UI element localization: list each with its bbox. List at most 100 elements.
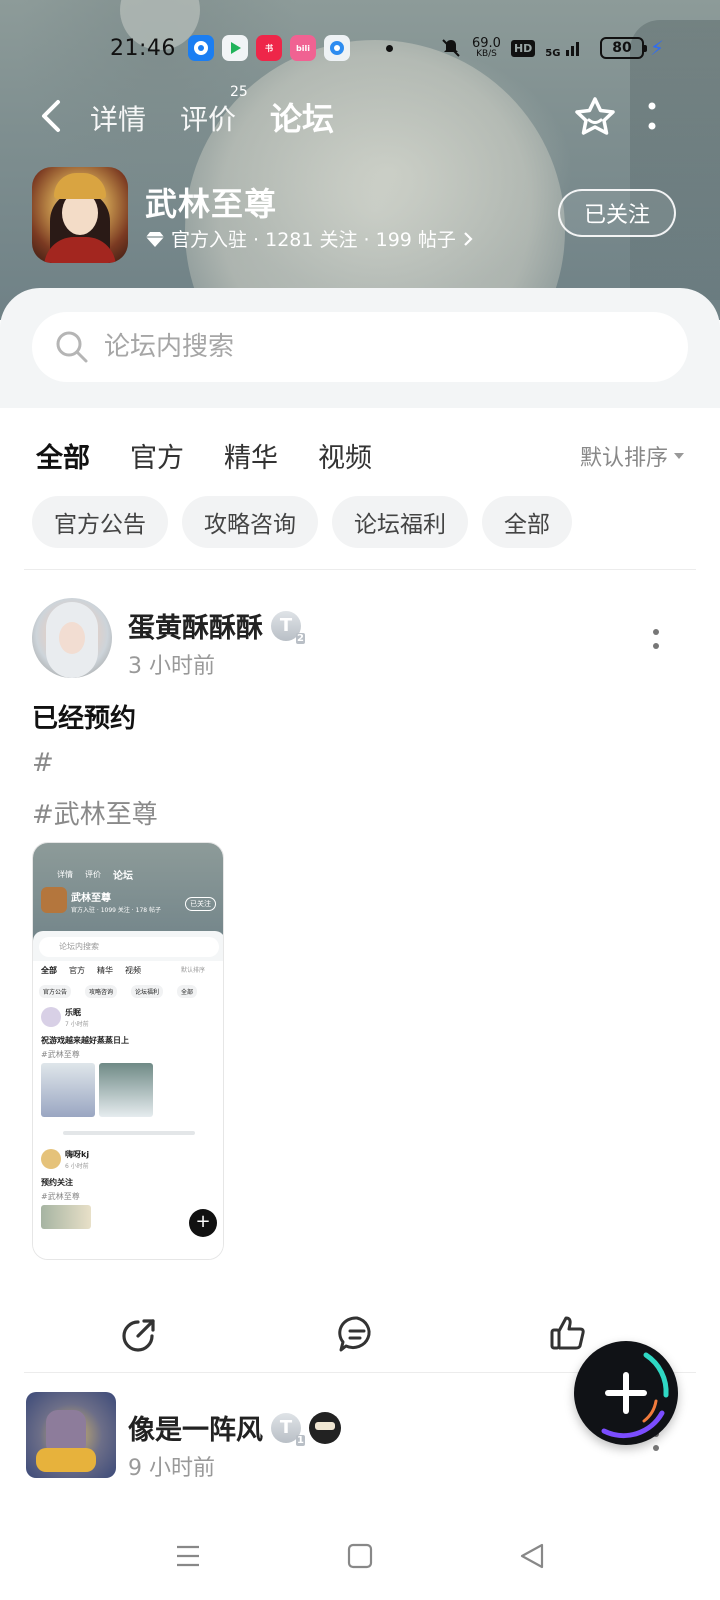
add-post-button[interactable] — [574, 1341, 678, 1445]
thumb-tab: 论坛 — [113, 871, 133, 882]
username-text: 像是一阵风 — [128, 1415, 263, 1446]
chevron-right-icon — [464, 231, 473, 246]
chip-official-announcement[interactable]: 官方公告 — [32, 496, 168, 548]
thumb-meta: 官方入驻 · 1099 关注 · 178 帖子 — [71, 907, 161, 914]
filter-tab-all-label: 全部 — [36, 443, 90, 474]
back-icon[interactable] — [518, 1542, 546, 1570]
chip-forum-welfare[interactable]: 论坛福利 — [332, 496, 468, 548]
comment-icon[interactable] — [337, 1314, 377, 1354]
chip-all[interactable]: 全部 — [482, 496, 572, 548]
hd-icon: HD — [510, 39, 536, 57]
chip-strategy-consult[interactable]: 攻略咨询 — [182, 496, 318, 548]
post-username[interactable]: 像是一阵风 T 1 — [128, 1408, 341, 1447]
tab-reviews[interactable]: 评价 25 — [180, 84, 248, 138]
signal-label: 5G — [545, 47, 561, 59]
thumb-tab: 详情 — [57, 870, 73, 879]
filter-tab-featured[interactable]: 精华 — [224, 436, 278, 475]
thumb-filter: 官方 — [69, 966, 85, 975]
review-count-badge: 25 — [230, 84, 248, 100]
thumb-username: 嗨呀kj — [65, 1150, 90, 1159]
mute-bell-icon — [442, 39, 460, 57]
post-username[interactable]: 蛋黄酥酥酥 T 2 — [128, 606, 305, 645]
battery-icon: 80 — [599, 37, 647, 59]
level-badge-icon: T 1 — [271, 1412, 305, 1446]
network-speed: 69.0 KB/S — [472, 37, 501, 59]
thumb-filter: 视频 — [125, 966, 141, 975]
thumb-follow: 已关注 — [185, 897, 216, 911]
post-card[interactable]: 蛋黄酥酥酥 T 2 3 小时前 已经预约 # #武林至尊 详情 评价 论坛 武林… — [0, 598, 720, 1358]
thumb-title: 武林至尊 — [71, 893, 111, 904]
game-icon[interactable] — [32, 167, 128, 263]
category-chips: 官方公告 攻略咨询 论坛福利 全部 — [32, 496, 572, 548]
post-more-icon[interactable] — [652, 628, 660, 650]
thumb-post-tag: #武林至尊 — [41, 1050, 80, 1059]
home-icon[interactable] — [346, 1542, 374, 1570]
filter-tab-all[interactable]: 全部 — [36, 436, 90, 475]
thumb-game-icon — [41, 887, 67, 913]
game-meta-text: 官方入驻 · 1281 关注 · 199 帖子 — [171, 229, 456, 251]
top-navigation: 详情 评价 25 论坛 — [0, 84, 720, 148]
avatar[interactable] — [26, 1392, 116, 1478]
thumb-tab: 评价 — [85, 870, 101, 879]
thumb-sort: 默认排序 — [181, 967, 206, 974]
thumb-post-text: 预约关注 — [41, 1178, 73, 1187]
thumb-filter: 精华 — [97, 966, 113, 975]
tab-reviews-label: 评价 — [180, 103, 237, 136]
more-options-icon[interactable] — [646, 100, 658, 132]
thumb-image — [41, 1063, 95, 1117]
thumb-chip: 官方公告 — [39, 985, 72, 998]
signal-icon: 5G — [545, 38, 584, 59]
game-info-header: 武林至尊 官方入驻 · 1281 关注 · 199 帖子 已关注 — [0, 165, 720, 265]
follow-button[interactable]: 已关注 — [558, 189, 676, 237]
charging-icon: ⚡ — [649, 36, 664, 60]
battery-level: 80 — [612, 40, 632, 56]
favorite-star-icon[interactable] — [572, 94, 618, 140]
post-time: 9 小时前 — [128, 1456, 215, 1481]
post-image[interactable]: 详情 评价 论坛 武林至尊 官方入驻 · 1099 关注 · 178 帖子 已关… — [32, 842, 224, 1260]
xiaohongshu-icon: 书 — [256, 35, 282, 61]
dropdown-arrow-icon — [674, 453, 685, 459]
post-tag[interactable]: #武林至尊 — [32, 794, 158, 831]
thumb-post-tag: #武林至尊 — [41, 1192, 80, 1201]
thumb-chip: 攻略咨询 — [85, 985, 118, 998]
thumb-post-text: 祝游戏越来越好蒸蒸日上 — [41, 1036, 129, 1045]
game-title: 武林至尊 — [145, 185, 278, 223]
status-bar: 21:46 书 bili 69.0 KB/S HD 5G 80 ⚡ — [0, 30, 720, 66]
thumb-filter: 全部 — [41, 966, 57, 975]
thumb-chip: 全部 — [177, 985, 198, 998]
back-arrow-icon[interactable] — [38, 98, 64, 134]
tab-forum-label: 论坛 — [270, 100, 335, 138]
thumb-avatar — [41, 1007, 61, 1027]
sort-label: 默认排序 — [580, 446, 669, 471]
tab-forum[interactable]: 论坛 — [270, 94, 335, 140]
thumb-username: 乐眠 — [65, 1008, 81, 1017]
bomb-badge-icon — [309, 1411, 341, 1444]
filter-tab-video[interactable]: 视频 — [318, 436, 372, 475]
search-input[interactable] — [104, 332, 624, 362]
avatar[interactable] — [32, 598, 112, 678]
share-icon[interactable] — [120, 1314, 160, 1354]
forum-search-bar[interactable] — [32, 312, 688, 382]
thumb-avatar — [41, 1149, 61, 1169]
post-text[interactable]: 已经预约 — [32, 698, 136, 735]
thumb-search: 论坛内搜索 — [39, 937, 219, 957]
status-indicators: 69.0 KB/S HD 5G 80 ⚡ — [440, 36, 664, 60]
network-speed-unit: KB/S — [476, 49, 497, 59]
sort-dropdown[interactable]: 默认排序 — [580, 440, 685, 472]
diamond-icon — [146, 231, 164, 247]
thumb-action-row — [63, 1131, 195, 1135]
bilibili-icon: bili — [290, 35, 316, 61]
weibo-icon — [188, 35, 214, 61]
game-meta[interactable]: 官方入驻 · 1281 关注 · 199 帖子 — [145, 225, 474, 252]
thumb-add-button: + — [189, 1209, 217, 1237]
plus-icon — [605, 1372, 647, 1414]
video-icon — [222, 35, 248, 61]
filter-tabs: 全部 官方 精华 视频 默认排序 — [0, 424, 720, 484]
notification-dot — [386, 44, 393, 52]
post-tag[interactable]: # — [32, 748, 54, 778]
browser-icon — [324, 35, 350, 61]
filter-tab-official[interactable]: 官方 — [130, 436, 184, 475]
tab-details[interactable]: 详情 — [90, 98, 146, 138]
notification-app-icons: 书 bili — [188, 35, 393, 61]
menu-icon[interactable] — [174, 1542, 202, 1570]
